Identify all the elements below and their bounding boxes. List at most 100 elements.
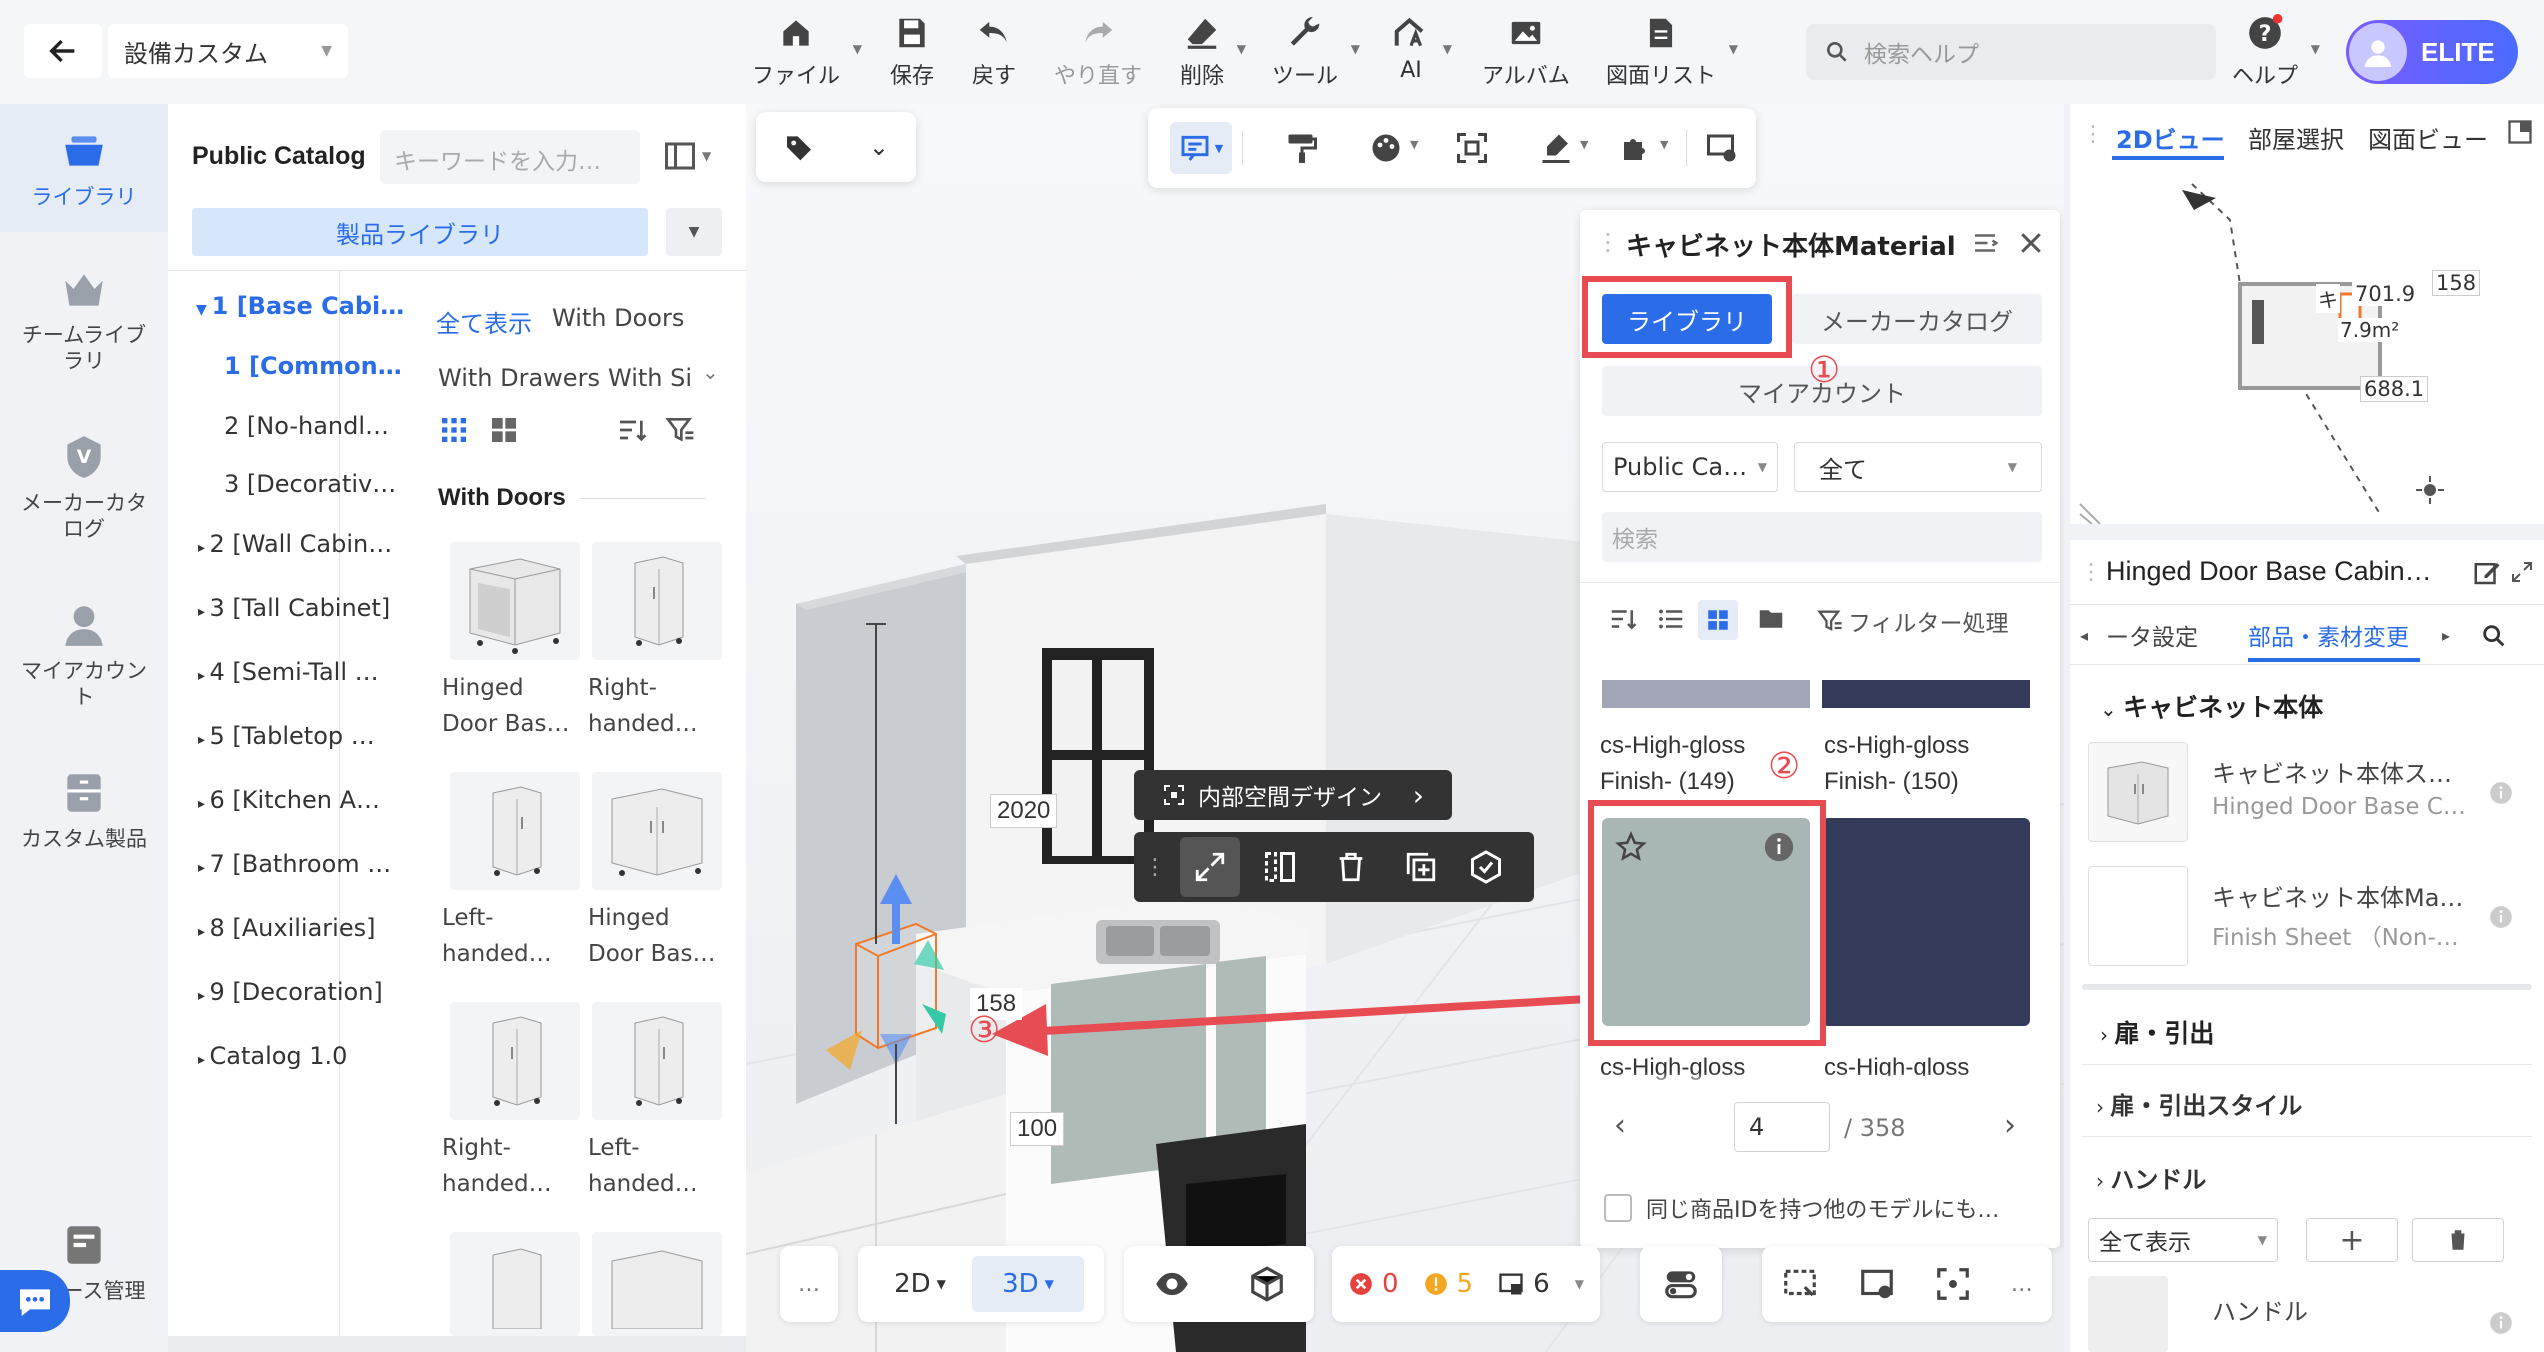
section-door-style[interactable]: › 扉・引出スタイル <box>2096 1086 2302 1121</box>
filter-button[interactable] <box>664 414 696 452</box>
inner-space-design-button[interactable]: 内部空間デザイン › <box>1134 770 1452 820</box>
drag-handle-icon[interactable]: ⋮ <box>2082 122 2104 147</box>
layout-toggle[interactable]: ▼ <box>662 138 711 174</box>
handle-thumbnail[interactable] <box>2088 1276 2168 1352</box>
tree-item-base-cabinet[interactable]: ▼ 1 [Base Cabi… <box>196 292 404 320</box>
material-swatch[interactable] <box>1602 680 1810 708</box>
duplicate-icon[interactable] <box>1404 850 1438 884</box>
drag-handle-icon[interactable]: ⋮ <box>1144 855 1166 880</box>
page-input[interactable]: 4 <box>1734 1102 1830 1152</box>
list-view-icon[interactable] <box>1656 604 1686 634</box>
edit-icon[interactable] <box>2472 558 2502 588</box>
nav-maker-catalog[interactable]: V メーカーカタログ <box>0 432 168 542</box>
library-menu-button[interactable]: ▼ <box>666 208 722 256</box>
tree-item-catalog-1[interactable]: ▸ Catalog 1.0 <box>198 1042 347 1070</box>
resize-button[interactable] <box>1180 837 1240 897</box>
filter-with-sink[interactable]: With Si <box>608 364 692 392</box>
tab-maker-catalog[interactable]: メーカーカタログ <box>1792 294 2042 344</box>
elite-account-badge[interactable]: ELITE <box>2346 20 2518 84</box>
chevron-down-icon[interactable]: ⌄ <box>702 360 719 384</box>
render-settings-icon[interactable] <box>1704 130 1740 166</box>
handle-filter-select[interactable]: 全て表示 ▼ <box>2088 1218 2278 1262</box>
material-swatch[interactable] <box>1822 818 2030 1026</box>
screenshot-icon[interactable] <box>1781 1265 1819 1303</box>
sort-icon[interactable] <box>1608 604 1638 634</box>
eye-icon[interactable] <box>1153 1265 1191 1303</box>
drawing-list-menu[interactable]: 図面リスト ▼ <box>1606 14 1738 90</box>
drag-handle-icon[interactable]: ⋮ <box>1596 228 1620 256</box>
tab-parts-material[interactable]: 部品・素材変更 <box>2248 618 2409 652</box>
product-thumbnail[interactable] <box>450 1002 580 1120</box>
3d-mode-button[interactable]: 3D ▼ <box>972 1256 1084 1312</box>
tree-item-decorative[interactable]: 3 [Decorativ… <box>224 470 396 498</box>
back-button[interactable] <box>24 24 102 78</box>
focus-frame-icon[interactable] <box>1454 130 1490 166</box>
paint-roller-icon[interactable] <box>1284 130 1320 166</box>
filter-all[interactable]: 全て表示 <box>436 304 532 339</box>
tag-icon[interactable] <box>783 131 815 163</box>
collapse-icon[interactable] <box>1970 228 2000 258</box>
tree-item-auxiliaries[interactable]: ▸ 8 [Auxiliaries] <box>198 914 375 942</box>
catalog-search-input[interactable]: キーワードを入力… <box>380 130 640 184</box>
tree-item-tabletop[interactable]: ▸ 5 [Tabletop … <box>198 722 375 750</box>
tree-item-decoration[interactable]: ▸ 9 [Decoration] <box>198 978 383 1006</box>
material-check-icon[interactable] <box>1468 849 1504 885</box>
tree-item-semi-tall[interactable]: ▸ 4 [Semi-Tall … <box>198 658 379 686</box>
grid-view-button[interactable] <box>1698 600 1738 640</box>
fit-view-icon[interactable] <box>1934 1265 1972 1303</box>
search-icon[interactable] <box>2480 622 2508 650</box>
puzzle-icon[interactable] <box>1618 130 1654 166</box>
catalog-select[interactable]: Public Ca… ▼ <box>1602 442 1778 492</box>
nav-library[interactable]: ライブラリ <box>0 104 168 232</box>
toggle-panel-button[interactable] <box>1640 1246 1722 1322</box>
file-menu[interactable]: ファイル ▼ <box>752 14 862 90</box>
apply-same-id-checkbox[interactable]: 同じ商品IDを持つ他のモデルにも… <box>1604 1192 1999 1224</box>
delete-menu[interactable]: 削除 ▼ <box>1180 14 1246 90</box>
product-thumbnail[interactable] <box>450 772 580 890</box>
camera-settings-icon[interactable] <box>1858 1265 1896 1303</box>
material-search-input[interactable]: 検索 <box>1602 512 2042 562</box>
help-search-input[interactable]: 検索ヘルプ <box>1806 24 2216 80</box>
project-selector[interactable]: 設備カスタム ▼ <box>108 24 348 78</box>
add-handle-button[interactable]: + <box>2306 1218 2398 1262</box>
expand-icon[interactable] <box>2510 560 2534 584</box>
next-page-button[interactable]: › <box>2004 1108 2016 1143</box>
status-indicators[interactable]: 0 5 6 ▼ <box>1332 1246 1600 1322</box>
filter-processing-button[interactable]: フィルター処理 <box>1816 604 2009 638</box>
tree-item-bathroom[interactable]: ▸ 7 [Bathroom … <box>198 850 391 878</box>
trash-icon[interactable] <box>1334 850 1368 884</box>
brush-icon[interactable] <box>1538 130 1574 166</box>
album-button[interactable]: アルバム <box>1482 14 1570 90</box>
palette-icon[interactable] <box>1368 130 1404 166</box>
product-thumbnail[interactable] <box>592 1002 722 1120</box>
expand-panel-icon[interactable] <box>2506 118 2534 146</box>
filter-with-drawers[interactable]: With Drawers <box>438 364 600 392</box>
product-thumbnail[interactable] <box>592 542 722 660</box>
tree-item-common[interactable]: 1 [Common… <box>224 352 402 380</box>
info-icon[interactable] <box>2488 780 2514 806</box>
tree-item-kitchen[interactable]: ▸ 6 [Kitchen A… <box>198 786 380 814</box>
section-cabinet-body[interactable]: ⌄ キャビネット本体 <box>2100 688 2323 724</box>
undo-button[interactable]: 戻す <box>972 14 1016 90</box>
folder-icon[interactable] <box>1756 604 1786 634</box>
checkbox[interactable] <box>1604 1194 1632 1222</box>
tab-2d-view[interactable]: 2Dビュー <box>2116 120 2225 155</box>
redo-button[interactable]: やり直す <box>1054 14 1142 90</box>
info-icon[interactable] <box>2488 904 2514 930</box>
nav-custom-products[interactable]: カスタム製品 <box>0 768 168 852</box>
product-thumbnail[interactable] <box>592 1232 722 1336</box>
select-mode-button[interactable]: ▼ <box>1170 122 1232 174</box>
material-swatch[interactable] <box>1822 680 2030 708</box>
2d-mode-button[interactable]: 2D ▼ <box>868 1256 972 1312</box>
product-thumbnail[interactable] <box>450 542 580 660</box>
grid-large-view-button[interactable] <box>488 414 520 452</box>
tab-room-select[interactable]: 部屋選択 <box>2248 120 2344 155</box>
close-icon[interactable] <box>2016 228 2046 258</box>
more-icon[interactable]: … <box>2011 1272 2033 1297</box>
chevron-down-icon[interactable]: ⌄ <box>869 133 889 161</box>
tab-data-settings[interactable]: ータ設定 <box>2106 618 2198 652</box>
tree-item-wall-cabinet[interactable]: ▸ 2 [Wall Cabin… <box>198 530 392 558</box>
tree-item-tall-cabinet[interactable]: ▸ 3 [Tall Cabinet] <box>198 594 390 622</box>
tab-drawing-view[interactable]: 図面ビュー <box>2368 120 2488 155</box>
tree-item-no-handle[interactable]: 2 [No-handl… <box>224 412 389 440</box>
